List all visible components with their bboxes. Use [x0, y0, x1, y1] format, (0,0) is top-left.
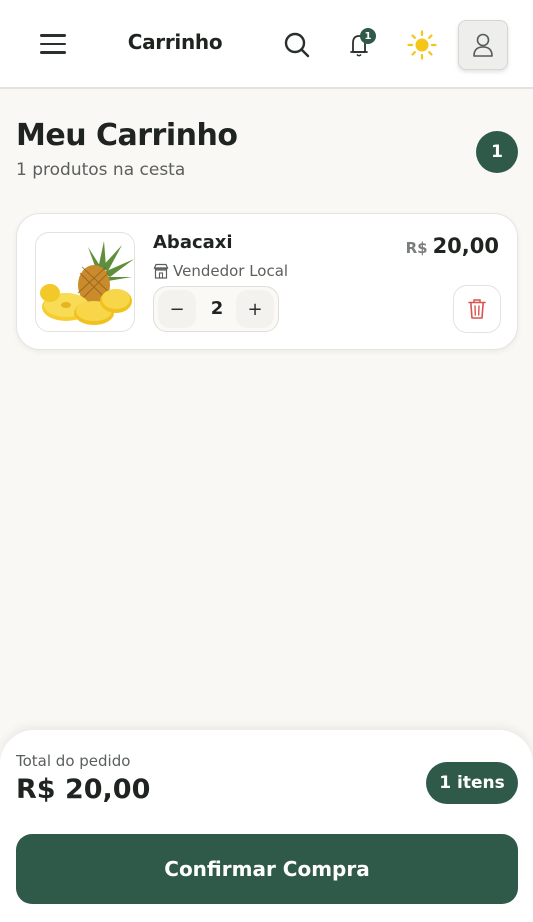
product-image: [35, 232, 135, 332]
total-label: Total do pedido: [16, 752, 131, 770]
search-icon[interactable]: [282, 30, 312, 60]
increase-quantity-button[interactable]: +: [236, 290, 274, 328]
hamburger-menu-icon[interactable]: [40, 34, 66, 56]
vendor-name: Vendedor Local: [173, 262, 289, 280]
trash-icon: [468, 299, 486, 319]
product-name[interactable]: Abacaxi: [153, 232, 233, 253]
user-icon: [473, 33, 493, 57]
quantity-value: 2: [210, 298, 224, 319]
store-icon: [153, 263, 169, 279]
price-currency: R$: [405, 239, 428, 257]
app-title: Carrinho: [127, 30, 223, 54]
notification-badge: 1: [360, 28, 376, 44]
cart-count-badge: 1: [476, 131, 518, 173]
profile-button[interactable]: [458, 20, 508, 70]
cart-item-card: Abacaxi Vendedor Local − 2 + R$ 20,00: [16, 213, 518, 350]
cart-subtitle: 1 produtos na cesta: [16, 160, 186, 180]
page-title: Meu Carrinho: [16, 118, 238, 153]
price-amount: 20,00: [432, 234, 499, 258]
remove-item-button[interactable]: [453, 285, 501, 333]
sun-icon[interactable]: [406, 29, 438, 61]
order-summary: Total do pedido R$ 20,00 1 itens Confirm…: [0, 730, 533, 922]
vendor-label: Vendedor Local: [153, 262, 288, 280]
items-count-pill: 1 itens: [426, 762, 518, 804]
item-price: R$ 20,00: [406, 234, 499, 258]
confirm-purchase-button[interactable]: Confirmar Compra: [16, 834, 518, 904]
decrease-quantity-button[interactable]: −: [158, 290, 196, 328]
total-value: R$ 20,00: [16, 774, 151, 805]
quantity-stepper: − 2 +: [153, 286, 279, 332]
top-bar: Carrinho 1: [0, 0, 533, 89]
notifications-button[interactable]: 1: [346, 28, 376, 62]
